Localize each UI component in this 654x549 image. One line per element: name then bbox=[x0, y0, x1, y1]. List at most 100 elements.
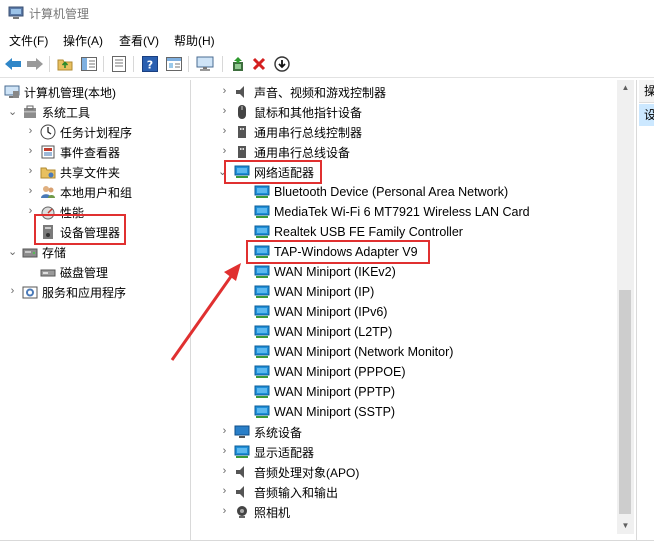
scroll-up-icon[interactable]: ▲ bbox=[617, 80, 634, 96]
scroll-down-icon[interactable]: ▼ bbox=[617, 518, 634, 534]
chevron-down-icon[interactable]: ⌄ bbox=[218, 167, 227, 178]
back-arrow-icon[interactable] bbox=[4, 55, 22, 73]
category-mouse[interactable]: 鼠标和其他指针设备 bbox=[234, 102, 362, 122]
network-adapter-icon bbox=[254, 184, 270, 200]
chevron-right-icon[interactable]: › bbox=[220, 426, 229, 437]
tree-item-device-manager[interactable]: 设备管理器 bbox=[40, 222, 120, 242]
chevron-right-icon[interactable]: › bbox=[220, 106, 229, 117]
tree-item-storage[interactable]: 存储 bbox=[22, 242, 66, 262]
chevron-down-icon[interactable]: ⌄ bbox=[8, 247, 17, 258]
chevron-right-icon[interactable]: › bbox=[220, 126, 229, 137]
up-folder-icon[interactable] bbox=[56, 55, 74, 73]
tree-item-task-scheduler[interactable]: 任务计划程序 bbox=[40, 122, 132, 142]
adapter-realtek-usb[interactable]: Realtek USB FE Family Controller bbox=[254, 222, 463, 242]
chevron-right-icon[interactable]: › bbox=[26, 146, 35, 157]
disk-icon bbox=[40, 264, 56, 280]
category-usb-devices[interactable]: 通用串行总线设备 bbox=[234, 142, 350, 162]
tree-item-root[interactable]: 计算机管理(本地) bbox=[4, 82, 116, 102]
category-camera[interactable]: 照相机 bbox=[234, 502, 290, 522]
chevron-right-icon[interactable]: › bbox=[220, 506, 229, 517]
device-list: › 声音、视频和游戏控制器 › 鼠标和其他指针设备 › 通用串行总线控制器 › … bbox=[192, 80, 632, 540]
update-driver-icon[interactable] bbox=[229, 55, 247, 73]
tree-item-event-viewer[interactable]: 事件查看器 bbox=[40, 142, 120, 162]
adapter-wan-sstp[interactable]: WAN Miniport (SSTP) bbox=[254, 402, 395, 422]
chevron-right-icon[interactable]: › bbox=[220, 446, 229, 457]
speaker-icon bbox=[234, 484, 250, 500]
adapter-wan-pptp[interactable]: WAN Miniport (PPTP) bbox=[254, 382, 395, 402]
mouse-icon bbox=[234, 104, 250, 120]
forward-arrow-icon[interactable] bbox=[26, 55, 44, 73]
uninstall-icon[interactable] bbox=[250, 55, 268, 73]
camera-icon bbox=[234, 504, 250, 520]
category-audio-processing[interactable]: 音频处理对象(APO) bbox=[234, 462, 359, 482]
adapter-tap-windows[interactable]: TAP-Windows Adapter V9 bbox=[254, 242, 418, 262]
chevron-right-icon[interactable]: › bbox=[26, 186, 35, 197]
network-adapter-icon bbox=[234, 164, 250, 180]
tools-icon bbox=[22, 104, 38, 120]
adapter-wan-network-monitor[interactable]: WAN Miniport (Network Monitor) bbox=[254, 342, 453, 362]
adapter-wan-pppoe[interactable]: WAN Miniport (PPPOE) bbox=[254, 362, 406, 382]
services-icon bbox=[22, 284, 38, 300]
actions-header: 操 bbox=[639, 80, 654, 103]
tree-item-system-tools[interactable]: 系统工具 bbox=[22, 102, 90, 122]
scrollbar-thumb[interactable] bbox=[619, 290, 631, 514]
adapter-mediatek-wifi[interactable]: MediaTek Wi-Fi 6 MT7921 Wireless LAN Car… bbox=[254, 202, 530, 222]
chevron-right-icon[interactable]: › bbox=[220, 86, 229, 97]
shared-folder-icon bbox=[40, 164, 56, 180]
properties-icon[interactable] bbox=[110, 55, 128, 73]
window-title: 计算机管理 bbox=[29, 7, 90, 21]
computer-management-icon bbox=[8, 6, 24, 19]
performance-icon bbox=[40, 204, 56, 220]
chevron-right-icon[interactable]: › bbox=[8, 286, 17, 297]
menu-action[interactable]: 操作(A) bbox=[63, 32, 103, 49]
menu-help[interactable]: 帮助(H) bbox=[174, 32, 215, 49]
usb-icon bbox=[234, 124, 250, 140]
usb-icon bbox=[234, 144, 250, 160]
event-viewer-icon bbox=[40, 144, 56, 160]
network-adapter-icon bbox=[254, 404, 270, 420]
adapter-wan-l2tp[interactable]: WAN Miniport (L2TP) bbox=[254, 322, 392, 342]
help-icon[interactable]: ? bbox=[141, 55, 159, 73]
category-display-adapters[interactable]: 显示适配器 bbox=[234, 442, 314, 462]
category-sound[interactable]: 声音、视频和游戏控制器 bbox=[234, 82, 386, 102]
tree-item-performance[interactable]: 性能 bbox=[40, 202, 84, 222]
storage-icon bbox=[22, 244, 38, 260]
title-bar: 计算机管理 bbox=[0, 0, 654, 26]
menu-file[interactable]: 文件(F) bbox=[9, 32, 48, 49]
adapter-wan-ipv6[interactable]: WAN Miniport (IPv6) bbox=[254, 302, 387, 322]
adapter-wan-ip[interactable]: WAN Miniport (IP) bbox=[254, 282, 374, 302]
actions-selected-item[interactable]: 设 bbox=[639, 104, 654, 126]
network-adapter-icon bbox=[254, 364, 270, 380]
monitor-icon[interactable] bbox=[196, 55, 214, 73]
menu-view[interactable]: 查看(V) bbox=[119, 32, 159, 49]
network-adapter-icon bbox=[254, 304, 270, 320]
network-adapter-icon bbox=[254, 204, 270, 220]
network-adapter-icon bbox=[254, 224, 270, 240]
download-icon[interactable] bbox=[273, 55, 291, 73]
display-icon bbox=[234, 444, 250, 460]
chevron-down-icon[interactable]: ⌄ bbox=[8, 107, 17, 118]
show-hide-tree-icon[interactable] bbox=[80, 55, 98, 73]
category-system-devices[interactable]: 系统设备 bbox=[234, 422, 302, 442]
computer-icon bbox=[4, 84, 20, 100]
chevron-right-icon[interactable]: › bbox=[26, 126, 35, 137]
chevron-right-icon[interactable]: › bbox=[220, 466, 229, 477]
category-usb-controllers[interactable]: 通用串行总线控制器 bbox=[234, 122, 362, 142]
chevron-right-icon[interactable]: › bbox=[26, 206, 35, 217]
device-manager-icon bbox=[40, 224, 56, 240]
adapter-bluetooth[interactable]: Bluetooth Device (Personal Area Network) bbox=[254, 182, 508, 202]
chevron-right-icon[interactable]: › bbox=[220, 486, 229, 497]
chevron-right-icon[interactable]: › bbox=[26, 166, 35, 177]
tree-item-disk-management[interactable]: 磁盘管理 bbox=[40, 262, 108, 282]
network-adapter-icon bbox=[254, 244, 270, 260]
tree-item-local-users[interactable]: 本地用户和组 bbox=[40, 182, 132, 202]
tree-item-shared-folders[interactable]: 共享文件夹 bbox=[40, 162, 120, 182]
view-icon[interactable] bbox=[165, 55, 183, 73]
category-network-adapters[interactable]: 网络适配器 bbox=[234, 162, 314, 182]
category-audio-io[interactable]: 音频输入和输出 bbox=[234, 482, 338, 502]
device-list-scrollbar[interactable]: ▲ ▼ bbox=[617, 80, 634, 534]
console-tree: 计算机管理(本地) ⌄ 系统工具 › 任务计划程序 › 事件查看器 › 共享文件… bbox=[0, 80, 191, 540]
chevron-right-icon[interactable]: › bbox=[220, 146, 229, 157]
tree-item-services-apps[interactable]: 服务和应用程序 bbox=[22, 282, 126, 302]
adapter-wan-ikev2[interactable]: WAN Miniport (IKEv2) bbox=[254, 262, 396, 282]
